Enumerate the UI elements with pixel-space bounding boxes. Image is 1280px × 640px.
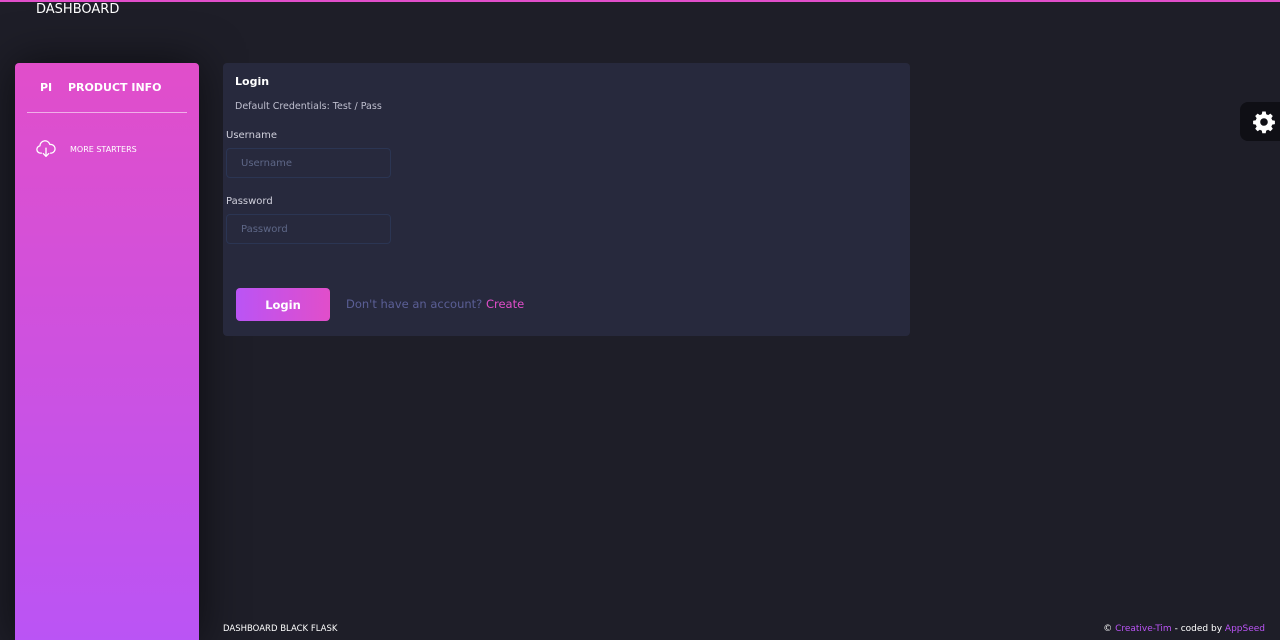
sidebar-logo-mini[interactable]: PI <box>40 81 52 94</box>
coded-by-text: - coded by <box>1174 624 1223 634</box>
sidebar-item-more-starters[interactable]: MORE STARTERS <box>35 138 185 160</box>
creative-tim-link[interactable]: Creative-Tim <box>1115 624 1172 634</box>
password-input[interactable] <box>226 214 391 244</box>
login-button[interactable]: Login <box>236 288 330 321</box>
cloud-download-icon <box>36 140 56 157</box>
navbar-brand[interactable]: DASHBOARD <box>36 2 119 17</box>
username-label: Username <box>226 130 277 141</box>
card-title: Login <box>235 75 270 88</box>
sidebar: PI PRODUCT INFO MORE STARTERS <box>15 63 199 640</box>
footer-title: DASHBOARD BLACK FLASK <box>223 624 338 634</box>
footer-credits: © Creative-Tim - coded by AppSeed <box>1103 624 1265 634</box>
password-label: Password <box>226 196 273 207</box>
login-card: Login Default Credentials: Test / Pass U… <box>223 63 910 336</box>
sidebar-logo[interactable]: PI PRODUCT INFO <box>27 63 187 113</box>
appseed-link[interactable]: AppSeed <box>1225 624 1265 634</box>
signup-prompt: Don't have an account? Create <box>346 297 524 311</box>
sidebar-item-label: MORE STARTERS <box>70 144 137 154</box>
card-subtitle: Default Credentials: Test / Pass <box>235 101 382 112</box>
create-account-link[interactable]: Create <box>486 297 524 311</box>
username-input[interactable] <box>226 148 391 178</box>
sidebar-logo-text[interactable]: PRODUCT INFO <box>68 81 162 94</box>
settings-toggle[interactable] <box>1240 102 1280 141</box>
gear-icon <box>1253 111 1275 133</box>
signup-prompt-text: Don't have an account? <box>346 297 483 311</box>
copyright-symbol: © <box>1103 624 1113 634</box>
top-accent-line <box>0 0 1280 2</box>
